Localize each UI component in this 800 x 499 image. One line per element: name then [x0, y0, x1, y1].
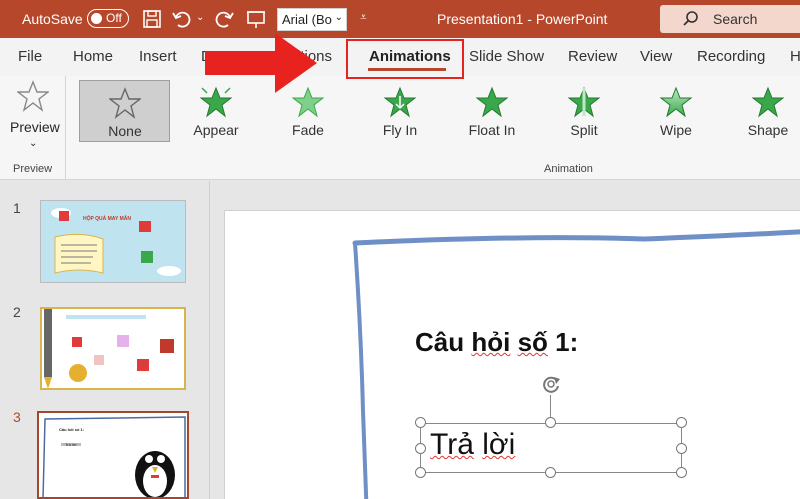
save-icon[interactable] — [141, 8, 163, 30]
undo-dropdown-icon[interactable]: ⌄ — [196, 12, 204, 23]
autosave-label: AutoSave — [22, 11, 83, 27]
tab-slide-show[interactable]: Slide Show — [469, 48, 544, 65]
search-icon — [683, 11, 698, 26]
animation-split-label: Split — [570, 122, 598, 138]
preview-label: Preview — [10, 119, 60, 135]
animations-ribbon: Preview ⌄ Preview None Appear Fade Fly I… — [0, 76, 800, 180]
slide-3-answer: Trả lời — [65, 442, 77, 447]
slide-3-preview — [42, 416, 186, 497]
slide-1-title: HỘP QUÀ MAY MẮN — [83, 216, 131, 222]
font-name-box[interactable]: Arial (Bo ⌄ — [277, 8, 347, 31]
chevron-down-icon[interactable]: ⌄ — [29, 138, 37, 149]
animation-fly-in-label: Fly In — [382, 122, 418, 138]
animation-fade-label: Fade — [292, 122, 324, 138]
slide-3-title: Câu hỏi số 1: — [59, 427, 85, 432]
animation-none[interactable]: None — [79, 80, 170, 142]
float-in-star-icon — [476, 86, 508, 118]
question-suffix: 1: — [547, 327, 579, 357]
answer-word-loi: lời — [482, 428, 516, 461]
tab-help[interactable]: H — [790, 48, 800, 65]
resize-handle-bottom-right[interactable] — [676, 467, 687, 478]
question-space — [510, 327, 517, 357]
slide-thumbnail-2[interactable] — [40, 307, 186, 390]
wipe-star-icon — [660, 86, 692, 118]
slide-thumbnails-pane[interactable]: 1 HỘP QUÀ MAY MẮN 2 3 Câu hỏi số 1: Trả … — [0, 181, 210, 499]
pointer-arrow-icon — [205, 33, 317, 93]
fly-in-star-icon — [384, 86, 416, 118]
resize-handle-top-right[interactable] — [676, 417, 687, 428]
question-heading[interactable]: Câu hỏi số 1: — [415, 327, 578, 358]
preview-button[interactable]: Preview ⌄ — [0, 76, 66, 160]
answer-word-tra: Trả — [430, 428, 474, 461]
answer-text[interactable]: Trả lời — [430, 428, 515, 462]
question-word-hoi: hỏi — [471, 327, 511, 357]
slide-thumbnail-1[interactable]: HỘP QUÀ MAY MẮN — [40, 200, 186, 283]
tab-file[interactable]: File — [18, 48, 42, 65]
search-box[interactable]: Search — [660, 5, 800, 33]
resize-handle-left[interactable] — [415, 443, 426, 454]
slide-thumbnail-3[interactable]: Câu hỏi số 1: Trả lời — [37, 411, 189, 499]
tab-view[interactable]: View — [640, 48, 672, 65]
tab-recording[interactable]: Recording — [697, 48, 765, 65]
toggle-state: Off — [106, 11, 122, 25]
tab-review[interactable]: Review — [568, 48, 617, 65]
redo-icon[interactable] — [213, 8, 235, 30]
question-word-so: số — [517, 327, 548, 357]
slide-2-preview — [44, 309, 174, 388]
search-label: Search — [713, 11, 758, 27]
animation-fly-in[interactable]: Fly In — [355, 82, 445, 140]
document-title: Presentation1 - PowerPoint — [437, 11, 608, 27]
resize-handle-right[interactable] — [676, 443, 687, 454]
resize-handle-top[interactable] — [545, 417, 556, 428]
chevron-down-icon[interactable]: ⌄ — [335, 12, 343, 23]
toggle-knob — [91, 13, 102, 24]
animation-group-label: Animation — [544, 163, 593, 175]
preview-group: Preview ⌄ Preview — [0, 76, 66, 180]
animation-float-in-label: Float In — [468, 122, 516, 138]
none-star-icon — [109, 87, 141, 119]
title-bar: AutoSave Off ⌄ Arial (Bo ⌄ ⩡ Presentatio… — [0, 0, 800, 38]
animation-shape-label: Shape — [747, 122, 789, 138]
animation-appear-label: Appear — [193, 122, 239, 138]
rotate-handle-icon[interactable] — [540, 373, 562, 395]
gallery-left-edge — [70, 78, 74, 158]
tab-insert[interactable]: Insert — [139, 48, 177, 65]
preview-group-label: Preview — [13, 163, 53, 175]
slide-number-2: 2 — [13, 304, 21, 320]
present-icon[interactable] — [245, 8, 267, 30]
animations-highlight-box — [346, 39, 464, 79]
shape-star-icon — [752, 86, 784, 118]
animation-none-label: None — [108, 123, 142, 139]
tab-home[interactable]: Home — [73, 48, 113, 65]
font-name-value: Arial (Bo — [282, 12, 332, 27]
undo-icon[interactable] — [171, 8, 193, 30]
animation-wipe[interactable]: Wipe — [631, 82, 721, 140]
resize-handle-top-left[interactable] — [415, 417, 426, 428]
animation-split[interactable]: Split — [539, 82, 629, 140]
animation-shape[interactable]: Shape — [723, 82, 800, 140]
autosave-toggle[interactable]: Off — [87, 9, 129, 28]
customize-toolbar-icon[interactable]: ⩡ — [360, 10, 367, 25]
slide-1-preview — [51, 208, 181, 276]
resize-handle-bottom-left[interactable] — [415, 467, 426, 478]
resize-handle-bottom[interactable] — [545, 467, 556, 478]
animation-float-in[interactable]: Float In — [447, 82, 537, 140]
question-prefix: Câu — [415, 327, 472, 357]
slide-number-1: 1 — [13, 200, 21, 216]
slide-number-3: 3 — [13, 409, 21, 425]
preview-star-icon — [17, 80, 49, 112]
animation-wipe-label: Wipe — [660, 122, 692, 138]
split-star-icon — [568, 86, 600, 118]
